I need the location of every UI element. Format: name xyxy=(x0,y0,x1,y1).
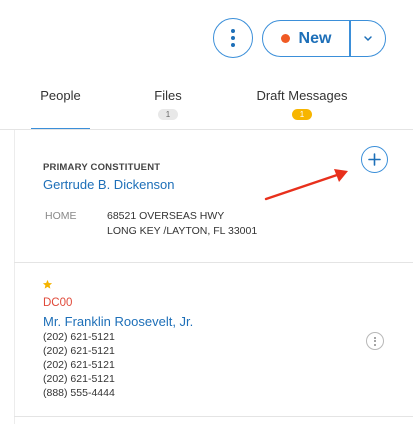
tab-label: Draft Messages xyxy=(256,88,348,103)
new-indicator-dot xyxy=(280,34,290,43)
new-button[interactable]: New xyxy=(263,21,349,56)
phone-number: (202) 621-5121 xyxy=(43,373,115,385)
files-count-badge: 1 xyxy=(157,109,179,120)
vertical-dots-icon xyxy=(231,29,235,47)
new-dropdown-toggle[interactable] xyxy=(351,21,386,56)
contact-code: DC00 xyxy=(43,297,73,309)
phone-number: (202) 621-5121 xyxy=(43,331,115,343)
section-divider xyxy=(14,416,413,417)
contact-more-button[interactable] xyxy=(366,332,384,350)
new-button-label: New xyxy=(298,29,332,47)
annotation-arrow-icon xyxy=(264,169,348,201)
tab-label: People xyxy=(40,88,81,103)
new-button-group: New xyxy=(262,20,386,57)
address-line-1: 68521 OVERSEAS HWY xyxy=(107,210,225,222)
tab-label: Files xyxy=(154,88,182,103)
tab-people[interactable]: People xyxy=(31,80,90,130)
add-button[interactable] xyxy=(361,146,388,173)
contact-name[interactable]: Mr. Franklin Roosevelt, Jr. xyxy=(43,314,193,329)
tab-files[interactable]: Files 1 xyxy=(140,80,196,130)
tab-draft-messages[interactable]: Draft Messages 1 xyxy=(247,80,357,130)
phone-number: (202) 621-5121 xyxy=(43,345,115,357)
more-actions-button[interactable] xyxy=(213,18,253,58)
primary-constituent-label: PRIMARY CONSTITUENT xyxy=(43,162,161,173)
draft-count-badge: 1 xyxy=(291,109,313,120)
content-left-border xyxy=(14,130,15,424)
phone-number: (888) 555-4444 xyxy=(43,387,115,399)
section-divider xyxy=(14,262,413,263)
vertical-dots-icon xyxy=(374,336,376,346)
plus-icon xyxy=(368,153,381,166)
tab-divider xyxy=(0,129,413,130)
tab-bar: People Files 1 Draft Messages 1 xyxy=(0,80,413,130)
star-icon xyxy=(42,279,53,289)
phone-number: (202) 621-5121 xyxy=(43,359,115,371)
chevron-down-icon xyxy=(364,36,372,42)
address-type-label: HOME xyxy=(45,210,77,222)
primary-constituent-name[interactable]: Gertrude B. Dickenson xyxy=(43,177,175,192)
address-line-2: LONG KEY /LAYTON, FL 33001 xyxy=(107,225,258,237)
